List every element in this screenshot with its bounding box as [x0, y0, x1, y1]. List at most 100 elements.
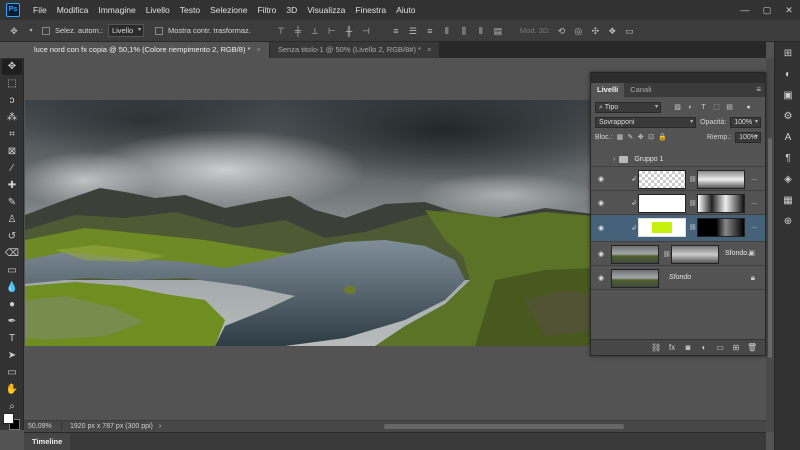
menu-visualizza[interactable]: Visualizza [302, 5, 350, 15]
chevron-right-icon[interactable]: › [159, 423, 161, 430]
move-tool-icon[interactable]: ✥ [2, 59, 22, 75]
align-bottom-icon[interactable]: ⊥ [309, 25, 321, 37]
layers-panel-icon[interactable]: ◈ [778, 171, 798, 189]
chevron-right-icon[interactable]: › [613, 156, 615, 163]
link-icon[interactable]: ⛓ [689, 176, 697, 183]
align-right-icon[interactable]: ⊣ [360, 25, 372, 37]
add-mask-icon[interactable]: ◙ [683, 343, 693, 352]
libraries-panel-icon[interactable]: ▣ [778, 87, 798, 105]
tab-timeline[interactable]: Timeline [24, 433, 71, 450]
shape-filter-icon[interactable]: ⬚ [712, 103, 721, 112]
slide-3d-icon[interactable]: ❖ [606, 25, 618, 37]
link-icon[interactable]: ⛓ [689, 200, 697, 207]
menu-livello[interactable]: Livello [141, 5, 175, 15]
trash-icon[interactable]: 🗑︎ [747, 343, 757, 352]
blur-tool-icon[interactable]: 💧 [2, 280, 22, 296]
chevron-down-icon[interactable]: ▾ [25, 25, 37, 37]
distribute-right-icon[interactable]: ⦀ [475, 25, 487, 37]
lasso-tool-icon[interactable]: ↄ [2, 93, 22, 109]
channels-panel-icon[interactable]: ▦ [778, 192, 798, 210]
adjustment-layer-icon[interactable]: ◐ [699, 343, 709, 352]
layer-name[interactable]: Sfondo [669, 274, 691, 281]
layer-mask-thumbnail[interactable] [671, 245, 719, 264]
lock-artboard-icon[interactable]: ⊡ [648, 133, 654, 143]
align-top-icon[interactable]: ⊤ [275, 25, 287, 37]
frame-tool-icon[interactable]: ⊠ [2, 144, 22, 160]
quick-select-tool-icon[interactable]: ⁂ [2, 110, 22, 126]
close-button[interactable]: ✕ [778, 0, 800, 20]
paragraph-panel-icon[interactable]: ¶ [778, 150, 798, 168]
layer-mask-thumbnail[interactable] [697, 170, 745, 189]
vertical-scrollbar[interactable] [766, 58, 774, 432]
eye-icon[interactable]: ◉ [595, 250, 607, 258]
healing-brush-tool-icon[interactable]: ✚ [2, 178, 22, 194]
photoshop-logo[interactable]: Ps [6, 3, 20, 17]
menu-finestra[interactable]: Finestra [350, 5, 391, 15]
menu-filtro[interactable]: Filtro [252, 5, 281, 15]
menu-selezione[interactable]: Selezione [205, 5, 252, 15]
layer-row-background[interactable]: ◉ Sfondo 🔒︎ [591, 266, 765, 290]
link-icon[interactable]: ⛓ [689, 224, 697, 231]
distribute-hcenter-icon[interactable]: ⫼ [458, 25, 470, 37]
auto-select-dropdown[interactable]: Livello ▾ [107, 24, 144, 37]
type-tool-icon[interactable]: T [2, 331, 22, 347]
document-image[interactable] [25, 100, 594, 346]
layer-mask-thumbnail[interactable] [697, 194, 745, 213]
pan-3d-icon[interactable]: ✣ [589, 25, 601, 37]
gradient-tool-icon[interactable]: ▭ [2, 263, 22, 279]
scale-3d-icon[interactable]: ▭ [623, 25, 635, 37]
filter-type-dropdown[interactable]: ⌕ Tipo ▾ [595, 102, 661, 113]
character-panel-icon[interactable]: A [778, 129, 798, 147]
lock-position-icon[interactable]: ✥ [638, 133, 644, 143]
lock-icon[interactable]: 🔒︎ [751, 273, 755, 283]
tab-livelli[interactable]: Livelli [591, 83, 625, 97]
lock-all-icon[interactable]: 🔒 [658, 133, 667, 143]
auto-select-checkbox[interactable] [42, 26, 50, 35]
roll-3d-icon[interactable]: ◎ [572, 25, 584, 37]
eyedropper-tool-icon[interactable]: ⁄ [2, 161, 22, 177]
zoom-level[interactable]: 50,09% [24, 423, 62, 430]
distribute-left-icon[interactable]: ⦀ [441, 25, 453, 37]
layer-row-group[interactable]: › Gruppo 1 [591, 153, 765, 167]
link-icon[interactable]: ⛓ [663, 251, 671, 258]
align-vcenter-icon[interactable]: ╪ [292, 25, 304, 37]
move-tool-icon[interactable]: ✥ [8, 25, 20, 37]
properties-panel-icon[interactable]: ⚙ [778, 108, 798, 126]
opacity-input[interactable]: 100% ▾ [730, 117, 761, 128]
show-transform-checkbox[interactable] [154, 26, 163, 35]
smart-object-filter-icon[interactable]: ▤ [725, 103, 734, 112]
auto-align-icon[interactable]: ▤ [492, 25, 504, 37]
layer-row[interactable]: ◉ ↲ ⛓ ... [591, 167, 765, 191]
image-filter-icon[interactable]: ▨ [673, 103, 682, 112]
fx-icon[interactable]: fx [667, 343, 677, 352]
clone-stamp-tool-icon[interactable]: ♙ [2, 212, 22, 228]
blend-mode-dropdown[interactable]: Sovrapponi ▾ [595, 117, 697, 128]
menu-modifica[interactable]: Modifica [52, 5, 94, 15]
document-info[interactable]: 1920 px x 787 px (300 ppi) [62, 423, 153, 430]
fill-input[interactable]: 100% ▾ [735, 132, 762, 143]
menu-immagine[interactable]: Immagine [93, 5, 140, 15]
marquee-tool-icon[interactable]: ⬚ [2, 76, 22, 92]
crop-tool-icon[interactable]: ⌗ [2, 127, 22, 143]
align-hcenter-icon[interactable]: ╫ [343, 25, 355, 37]
panel-menu-icon[interactable]: ≡ [756, 83, 761, 97]
panel-header[interactable] [591, 73, 765, 83]
visibility-toggle[interactable] [595, 156, 607, 164]
eye-icon[interactable]: ◉ [595, 199, 607, 207]
hand-tool-icon[interactable]: ✋ [2, 382, 22, 398]
layer-row[interactable]: ◉ ⛓ Sfondo... ▣ [591, 242, 765, 266]
path-select-tool-icon[interactable]: ➤ [2, 348, 22, 364]
eraser-tool-icon[interactable]: ⌫ [2, 246, 22, 262]
menu-aiuto[interactable]: Aiuto [391, 5, 420, 15]
layer-row-selected[interactable]: ◉ ↲ ⛓ ... [591, 215, 765, 242]
eye-icon[interactable]: ◉ [595, 274, 607, 282]
maximize-button[interactable]: ▢ [756, 0, 778, 20]
distribute-vcenter-icon[interactable]: ☰ [407, 25, 419, 37]
tab-canali[interactable]: Canali [624, 83, 657, 97]
eye-icon[interactable]: ◉ [595, 224, 607, 232]
history-brush-tool-icon[interactable]: ↺ [2, 229, 22, 245]
dodge-tool-icon[interactable]: ● [2, 297, 22, 313]
tab-luce-nord[interactable]: luce nord con fx copia @ 50,1% (Colore r… [26, 42, 270, 58]
adjustments-panel-icon[interactable]: ◐ [778, 66, 798, 84]
rectangle-tool-icon[interactable]: ▭ [2, 365, 22, 381]
